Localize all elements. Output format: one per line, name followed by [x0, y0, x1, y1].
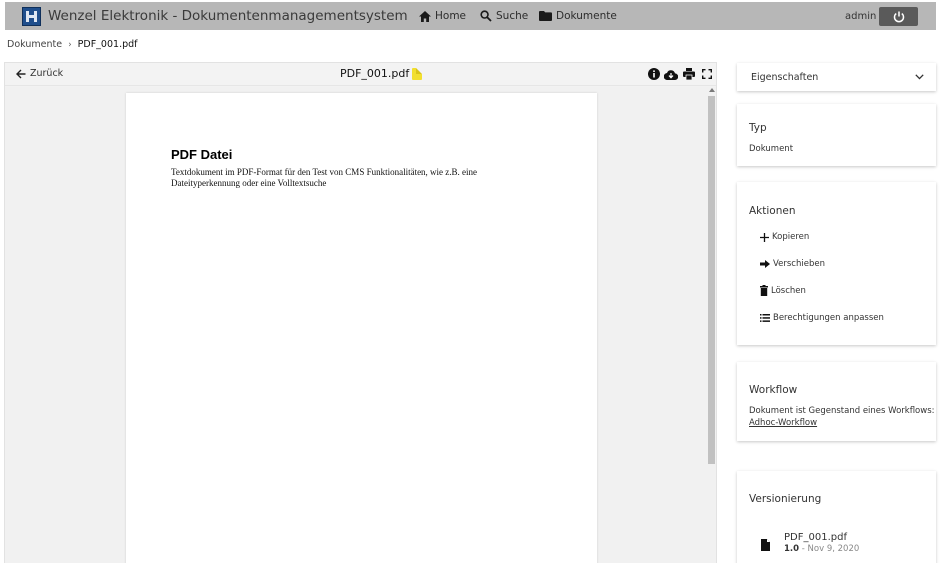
copy-label: Kopieren [772, 232, 810, 242]
viewer-scrollbar[interactable] [707, 87, 716, 563]
chevron-down-icon [915, 74, 924, 80]
version-number: 1.0 [784, 544, 800, 554]
breadcrumb: Dokumente › PDF_001.pdf [7, 39, 138, 50]
printer-icon [683, 68, 695, 80]
nav-home[interactable]: Home [419, 2, 466, 30]
breadcrumb-current: PDF_001.pdf [77, 39, 138, 50]
properties-label: Eigenschaften [751, 72, 819, 83]
trash-icon [760, 285, 768, 296]
versions-card: Versionierung PDF_001.pdf 1.0 - Nov 9, 2… [737, 471, 936, 563]
delete-label: Löschen [771, 285, 806, 296]
viewer-body[interactable]: PDF Datei Textdokument im PDF-Format für… [5, 87, 716, 563]
back-button[interactable]: Zurück [16, 68, 63, 79]
nav-documents[interactable]: Dokumente [539, 2, 617, 30]
version-date: Nov 9, 2020 [807, 544, 860, 554]
pdf-text-line: Dateityperkennung oder eine Volltextsuch… [171, 178, 327, 188]
delete-action[interactable]: Löschen [760, 285, 806, 296]
nav-documents-label: Dokumente [556, 10, 617, 22]
fullscreen-icon [702, 69, 712, 79]
version-file-name: PDF_001.pdf [784, 532, 847, 543]
nav-search-label: Suche [496, 10, 529, 22]
workflow-text: Dokument ist Gegenstand eines Workflows: [749, 406, 935, 416]
pdf-text-line: Textdokument im PDF-Format für den Test … [171, 167, 478, 177]
permissions-action[interactable]: Berechtigungen anpassen [760, 313, 884, 323]
version-item[interactable]: PDF_001.pdf 1.0 - Nov 9, 2020 [761, 532, 859, 554]
version-meta: 1.0 - Nov 9, 2020 [784, 544, 859, 554]
chevron-right-icon: › [68, 39, 72, 50]
properties-dropdown[interactable]: Eigenschaften [737, 63, 936, 91]
workflow-title: Workflow [749, 384, 798, 396]
type-title: Typ [749, 122, 767, 134]
nav-home-label: Home [435, 10, 467, 22]
pdf-heading: PDF Datei [171, 147, 233, 162]
breadcrumb-documents[interactable]: Dokumente [7, 39, 62, 50]
scroll-up-arrow[interactable] [709, 88, 715, 92]
user-name: admin [845, 11, 877, 22]
folder-icon [539, 11, 552, 21]
scroll-thumb[interactable] [708, 96, 715, 464]
pdf-body-text: Textdokument im PDF-Format für den Test … [171, 167, 531, 189]
arrow-right-icon [760, 260, 770, 268]
version-separator: - [799, 544, 808, 554]
company-logo[interactable] [22, 7, 41, 26]
info-button[interactable] [647, 67, 661, 81]
info-icon [648, 68, 660, 80]
fullscreen-button[interactable] [700, 67, 714, 81]
download-button[interactable] [664, 67, 678, 81]
file-icon [412, 67, 423, 80]
back-label: Zurück [30, 68, 64, 79]
version-text: PDF_001.pdf 1.0 - Nov 9, 2020 [784, 532, 859, 554]
actions-title: Aktionen [749, 205, 796, 217]
plus-icon [760, 232, 769, 242]
logout-button[interactable] [879, 7, 918, 26]
copy-action[interactable]: Kopieren [760, 232, 809, 242]
workflow-card: Workflow Dokument ist Gegenstand eines W… [737, 362, 936, 441]
permissions-label: Berechtigungen anpassen [773, 313, 884, 323]
move-action[interactable]: Verschieben [760, 259, 825, 269]
document-icon [761, 539, 770, 551]
home-icon [419, 10, 431, 22]
top-bar: Wenzel Elektronik - Dokumentenmanagement… [5, 2, 936, 30]
nav-search[interactable]: Suche [480, 2, 528, 30]
file-name: PDF_001.pdf [340, 67, 410, 80]
workflow-link[interactable]: Adhoc-Workflow [749, 418, 817, 428]
actions-card: Aktionen Kopieren Verschieben Löschen Be… [737, 182, 936, 345]
app-title[interactable]: Wenzel Elektronik - Dokumentenmanagement… [48, 8, 408, 24]
versions-title: Versionierung [749, 493, 822, 505]
cloud-download-icon [664, 69, 678, 80]
type-card: Typ Dokument [737, 104, 936, 166]
power-icon [893, 11, 904, 22]
viewer-toolbar: Zurück PDF_001.pdf [5, 63, 716, 86]
document-viewer: Zurück PDF_001.pdf PDF Datei Textdokumen… [4, 62, 717, 563]
search-icon [480, 10, 492, 22]
file-title: PDF_001.pdf [340, 67, 423, 80]
move-label: Verschieben [773, 259, 825, 269]
type-value: Dokument [749, 144, 794, 154]
print-button[interactable] [682, 67, 696, 81]
list-icon [760, 314, 770, 322]
arrow-left-icon [16, 69, 26, 78]
pdf-page: PDF Datei Textdokument im PDF-Format für… [126, 93, 597, 563]
